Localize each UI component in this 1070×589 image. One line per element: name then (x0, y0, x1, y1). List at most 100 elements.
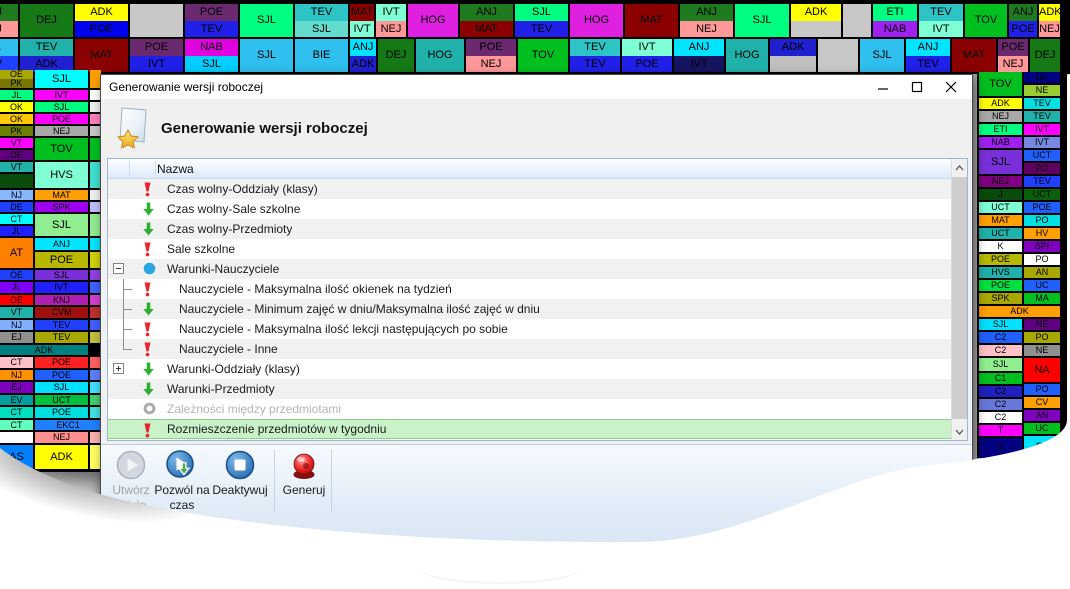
collapse-minus-box[interactable] (113, 263, 124, 274)
timetable-cell: EJ (0, 382, 33, 393)
timetable-cell: ADK (979, 306, 1060, 317)
timetable-cell: C2 (979, 412, 1022, 423)
timetable-cell-code: ADK (979, 306, 1060, 317)
timetable-cell-code: OE (0, 270, 33, 280)
rule-list: Nazwa Czas wolny-Oddziały (klasy)Czas wo… (107, 158, 968, 441)
timetable-cell: POE (35, 252, 88, 268)
close-button[interactable] (934, 76, 968, 99)
timetable-cell: POE (35, 114, 88, 124)
scrollbar-thumb[interactable] (952, 177, 967, 419)
toolbar-button-label: Deaktywuj (209, 483, 271, 498)
timetable-cell-code: C2 (979, 386, 1022, 397)
timetable-cell: ANJPOE (1009, 4, 1037, 37)
timetable-cell-code: DEJ (378, 39, 414, 72)
list-row-label: Rozmieszczenie przedmiotów w tygodniu (167, 422, 386, 436)
timetable-cell: ADKPOE (75, 4, 128, 37)
tree-stub (123, 349, 132, 350)
timetable-cell: CT (0, 420, 33, 430)
generuj-button[interactable]: Generuj (277, 449, 331, 498)
timetable-cell-code: SJL (295, 21, 348, 38)
timetable-cell-code: NE (1024, 319, 1060, 330)
toolbar-button-label: Generuj (277, 483, 331, 498)
timetable-cell-code: ADK (350, 56, 376, 73)
timetable-cell-code: POE (35, 357, 88, 368)
timetable-cell: HV (1024, 228, 1060, 239)
maximize-button[interactable] (900, 76, 934, 99)
timetable-cell: SJLTEV (0, 39, 18, 72)
timetable-cell: OE (0, 270, 33, 280)
timetable-cell: NEJ (35, 432, 88, 443)
timetable-cell-code: NAB (185, 39, 238, 56)
timetable-cell: HOG (416, 39, 464, 72)
timetable-cell: SJL (35, 214, 88, 236)
list-row-label: Czas wolny-Przedmioty (167, 222, 292, 236)
list-row[interactable]: Nauczyciele - Inne (108, 339, 951, 359)
timetable-cell: TEV (35, 332, 88, 343)
list-row[interactable]: Nauczyciele - Minimum zajęć w dniu/Maksy… (108, 299, 951, 319)
list-row[interactable]: Warunki-Oddziały (klasy) (108, 359, 951, 379)
timetable-cell: SJL (735, 4, 789, 37)
list-row[interactable]: Nauczyciele - Maksymalna ilość lekcji na… (108, 319, 951, 339)
timetable-cell: OE (0, 70, 33, 79)
timetable-cell-code: NA (1024, 358, 1060, 382)
list-row-label: Sale szkolne (167, 242, 235, 256)
timetable-cell-code: IVT (1024, 124, 1060, 135)
list-row[interactable]: Czas wolny-Przedmioty (108, 219, 951, 239)
timetable-cell-code: NEJ (35, 432, 88, 443)
timetable-cell-code: HV (1024, 228, 1060, 239)
timetable-cell: MA (1024, 293, 1060, 304)
timetable-cell-code: UC (1024, 72, 1060, 83)
timetable-cell-code: POE (185, 4, 238, 21)
timetable-cell: VT (0, 162, 33, 172)
list-row[interactable]: Czas wolny-Oddziały (klasy) (108, 179, 951, 199)
timetable-cell: TEV (35, 320, 88, 330)
list-row[interactable]: Czas wolny-Sale szkolne (108, 199, 951, 219)
scroll-up-button[interactable] (952, 159, 967, 176)
list-row[interactable]: Rozmieszczenie przedmiotów w tygodniu (108, 419, 951, 439)
dialog-title: Generowanie wersji roboczej (101, 80, 866, 94)
timetable-cell-code: NEJ (979, 111, 1022, 122)
vertical-scrollbar[interactable] (951, 159, 967, 440)
timetable-cell-code: NJ (0, 370, 33, 380)
timetable-cell: TEVSJL (295, 4, 348, 37)
toolbar-separator (274, 450, 275, 512)
list-row-label: Warunki-Nauczyciele (167, 262, 279, 276)
timetable-cell: NABSJL (185, 39, 238, 72)
timetable-cell (818, 39, 858, 72)
timetable-cell: ANJADK (350, 39, 376, 72)
list-row[interactable]: Warunki-Przedmioty (108, 379, 951, 399)
timetable-cell-code: ADK (75, 4, 128, 21)
timetable-cell-code: POE (1009, 21, 1037, 38)
timetable-cell-code: NE (1024, 345, 1060, 356)
timetable-cell-code: OK (0, 102, 33, 112)
list-row[interactable]: Sale szkolne (108, 239, 951, 259)
list-row[interactable]: Nauczyciele - Maksymalna ilość okienek n… (108, 279, 951, 299)
timetable-cell-code: DEJ (1030, 39, 1060, 72)
timetable-cell: TEVADK (20, 39, 73, 72)
list-row[interactable]: Zależności między przedmiotami (108, 399, 951, 419)
timetable-cell-code: PO (1024, 332, 1060, 343)
timetable-cell: ADK (979, 98, 1022, 109)
timetable-cell-code: SJL (240, 39, 293, 72)
list-row[interactable]: Warunki-Nauczyciele (108, 259, 951, 279)
timetable-cell: CT (0, 407, 33, 418)
deaktywuj-button[interactable]: Deaktywuj (209, 449, 271, 498)
timetable-cell: C2 (979, 399, 1022, 410)
timetable-cell: POE (979, 254, 1022, 265)
minimize-button[interactable] (866, 76, 900, 99)
timetable-cell: IVTPOE (622, 39, 672, 72)
timetable-cell: PK (0, 126, 33, 136)
timetable-cell-code: SJL (240, 4, 293, 37)
scroll-down-button[interactable] (952, 423, 967, 440)
timetable-cell-code: CT (0, 214, 33, 224)
timetable-cell-code: NE (1024, 85, 1060, 96)
timetable-cell: IVTNEJ (376, 4, 406, 37)
arrow-down-wrap (143, 382, 154, 399)
timetable-cell: PO (1024, 254, 1060, 265)
dialog-window: Generowanie wersji roboczej (100, 74, 973, 544)
expand-plus-box[interactable] (113, 363, 124, 374)
timetable-cell-code: TEV (35, 320, 88, 330)
exclamation-icon (143, 342, 152, 357)
timetable-cell: NA (1024, 358, 1060, 382)
timetable-cell: SPK (35, 202, 88, 212)
